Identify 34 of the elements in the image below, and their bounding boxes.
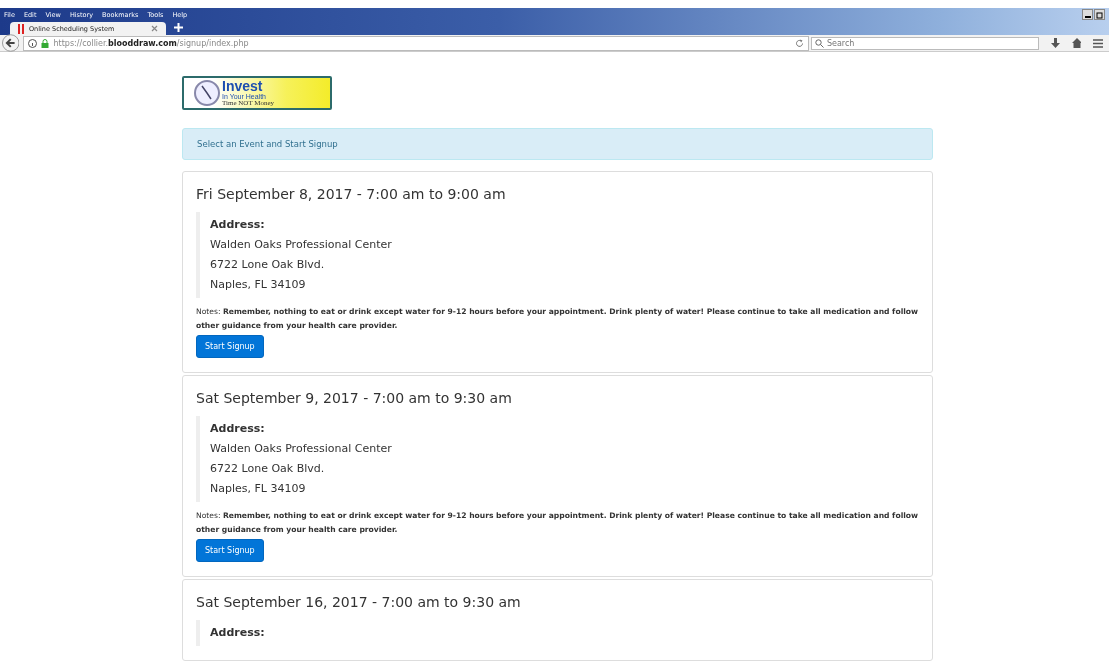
menu-icon[interactable] [1093, 38, 1103, 48]
url-text: https://collier.blooddraw.com/signup/index.php [53, 38, 249, 48]
reload-icon[interactable] [794, 38, 804, 48]
clock-icon [194, 80, 220, 106]
info-alert: Select an Event and Start Signup [182, 128, 933, 160]
address-line: 6722 Lone Oak Blvd. [210, 257, 326, 273]
event-title: Fri September 8, 2017 - 7:00 am to 9:00 am [196, 186, 507, 202]
logo-title: Invest [222, 79, 264, 93]
bars-icon [18, 23, 24, 34]
address-line: Walden Oaks Professional Center [210, 237, 393, 253]
start-signup-button[interactable]: Start Signup [196, 335, 264, 358]
start-signup-button[interactable]: Start Signup [196, 539, 264, 562]
new-tab-icon[interactable] [174, 23, 183, 32]
event-title: Sat September 9, 2017 - 7:00 am to 9:30 am [196, 390, 513, 406]
address-line: Naples, FL 34109 [210, 481, 307, 497]
address-line: 6722 Lone Oak Blvd. [210, 461, 326, 477]
search-icon [814, 38, 824, 48]
search-field[interactable]: Search [810, 36, 1039, 50]
event-title: Sat September 16, 2017 - 7:00 am to 9:30 am [196, 594, 522, 610]
address-line: Naples, FL 34109 [210, 277, 307, 293]
address-label: Address: [210, 421, 266, 437]
close-icon[interactable] [151, 25, 158, 32]
info-icon [28, 38, 38, 48]
home-icon[interactable] [1071, 38, 1082, 48]
address-field[interactable]: https://collier.blooddraw.com/signup/index.php [23, 35, 809, 51]
padlock-icon [41, 38, 50, 48]
restore-icon [1095, 10, 1104, 19]
minimize-button[interactable] [1082, 9, 1093, 20]
address-line: Walden Oaks Professional Center [210, 441, 393, 457]
address-label: Address: [210, 217, 266, 233]
minimize-icon [1084, 16, 1091, 18]
download-icon[interactable] [1050, 38, 1060, 48]
address-label: Address: [210, 625, 266, 641]
restore-button[interactable] [1094, 9, 1105, 20]
